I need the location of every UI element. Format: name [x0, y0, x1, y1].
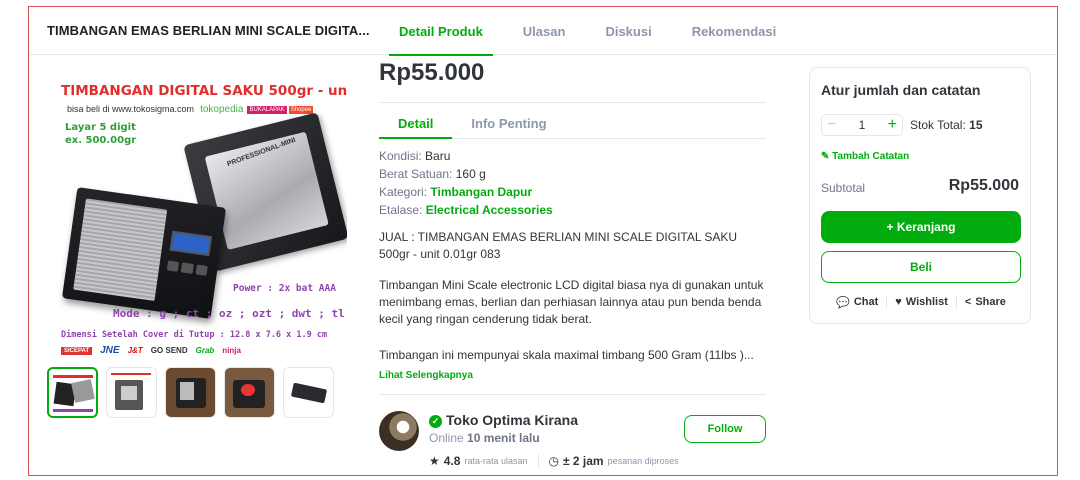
tab-rekomendasi[interactable]: Rekomendasi: [672, 7, 797, 55]
product-description-title: JUAL : TIMBANGAN EMAS BERLIAN MINI SCALE…: [379, 230, 738, 261]
stock-total: Stok Total: 15: [910, 118, 983, 132]
image-site-line: bisa beli di www.tokosigma.com tokopedia B…: [67, 104, 314, 115]
share-button[interactable]: < Share: [965, 296, 1006, 308]
subtotal-value: Rp55.000: [948, 177, 1019, 194]
image-modes-text: Mode : g ; ct ; oz ; ozt ; dwt ; tl ; gn: [113, 307, 347, 320]
image-marketplace-bukalapak: BUKALAPAK: [247, 105, 287, 114]
cart-panel: Atur jumlah dan catatan − 1 + Stok Total…: [809, 67, 1031, 324]
thumbnail-3[interactable]: [165, 367, 216, 418]
see-more-link[interactable]: Lihat Selengkapnya: [379, 370, 473, 381]
verified-badge-icon: ✓: [429, 415, 442, 428]
shop-avatar[interactable]: [379, 411, 419, 451]
spec-kondisi: Kondisi: Baru: [379, 149, 451, 163]
subtab-detail[interactable]: Detail: [379, 109, 453, 139]
add-note-link[interactable]: ✎ Tambah Catatan: [821, 151, 909, 162]
cart-actions: 💬 Chat ♥ Wishlist < Share: [821, 295, 1021, 309]
sticky-header: TIMBANGAN EMAS BERLIAN MINI SCALE DIGITA…: [29, 7, 1057, 56]
plus-icon[interactable]: +: [888, 116, 897, 134]
image-screen-text: Layar 5 digit: [65, 122, 136, 133]
wishlist-button[interactable]: ♥ Wishlist: [895, 296, 948, 308]
share-icon: <: [964, 296, 972, 308]
courier-jne-logo: JNE: [100, 345, 120, 356]
image-heading: TIMBANGAN DIGITAL SAKU 500gr - unit 0.01…: [61, 83, 347, 99]
thumbnail-2[interactable]: [106, 367, 157, 418]
product-price: Rp55.000: [379, 59, 485, 86]
scale-plate: [73, 198, 168, 301]
courier-ninja-logo: ninja: [222, 346, 241, 355]
image-marketplace-tokopedia: tokopedia: [200, 104, 244, 115]
spec-berat: Berat Satuan: 160 g: [379, 167, 486, 181]
shop-meta: ★ 4.8 rata-rata ulasan ◷ ± 2 jam pesanan…: [429, 454, 679, 468]
minus-icon[interactable]: −: [827, 116, 836, 134]
courier-sicepat-logo: SICEPAT: [61, 346, 93, 355]
process-time-label: pesanan diproses: [607, 456, 679, 466]
image-power-text: Power : 2x bat AAA: [233, 283, 336, 294]
spec-kategori: Kategori: Timbangan Dapur: [379, 185, 533, 199]
etalase-link[interactable]: Electrical Accessories: [426, 203, 553, 217]
product-tabs: Detail Produk Ulasan Diskusi Rekomendasi: [379, 7, 797, 56]
image-example-text: ex. 500.00gr: [65, 135, 137, 146]
clock-icon: ◷: [548, 454, 559, 468]
scale-lcd: [169, 230, 212, 257]
spec-etalase: Etalase: Electrical Accessories: [379, 203, 553, 217]
product-title: TIMBANGAN EMAS BERLIAN MINI SCALE DIGITA…: [47, 23, 370, 38]
shop-rating: 4.8: [443, 454, 461, 468]
category-link[interactable]: Timbangan Dapur: [430, 185, 532, 199]
chat-icon: 💬: [836, 296, 850, 309]
shop-online-status: Online 10 menit lalu: [429, 431, 540, 445]
product-description-more: Timbangan ini mempunyai skala maximal ti…: [379, 348, 754, 362]
shop-rating-label: rata-rata ulasan: [464, 456, 528, 466]
tab-diskusi[interactable]: Diskusi: [585, 7, 671, 55]
main-product-image[interactable]: TIMBANGAN DIGITAL SAKU 500gr - unit 0.01…: [47, 69, 347, 361]
scale-open-illustration: [61, 187, 227, 319]
tab-detail-produk[interactable]: Detail Produk: [379, 7, 503, 56]
divider: [379, 102, 766, 103]
subtotal-label: Subtotal: [821, 181, 866, 195]
process-time: ± 2 jam: [562, 454, 604, 468]
tab-ulasan[interactable]: Ulasan: [503, 7, 586, 55]
follow-button[interactable]: Follow: [684, 415, 766, 443]
image-site: bisa beli di www.tokosigma.com: [67, 104, 195, 114]
buy-button[interactable]: Beli: [821, 251, 1021, 283]
divider: [379, 394, 766, 395]
thumbnail-4[interactable]: [224, 367, 275, 418]
shop-name[interactable]: ✓ Toko Optima Kirana: [429, 412, 578, 428]
quantity-value[interactable]: 1: [859, 118, 866, 132]
quantity-stepper[interactable]: − 1 +: [821, 114, 903, 136]
courier-jnt-logo: J&T: [127, 346, 143, 355]
cart-title: Atur jumlah dan catatan: [821, 82, 981, 98]
scale-buttons: [166, 260, 208, 276]
thumbnail-list: [47, 367, 334, 418]
star-icon: ★: [429, 454, 440, 468]
product-description-body: Timbangan Mini Scale electronic LCD digi…: [379, 278, 764, 326]
image-dimensions-text: Dimensi Setelah Cover di Tutup : 12.8 x …: [61, 330, 328, 340]
subtab-info-penting[interactable]: Info Penting: [452, 109, 565, 138]
add-to-cart-button[interactable]: + Keranjang: [821, 211, 1021, 243]
courier-grab-logo: Grab: [195, 346, 215, 355]
courier-logos: SICEPAT JNE J&T GO SEND Grab ninja: [61, 345, 241, 356]
thumbnail-1[interactable]: [47, 367, 98, 418]
image-marketplace-shopee: Shopee: [288, 105, 314, 114]
thumbnail-5[interactable]: [283, 367, 334, 418]
detail-subtabs: Detail Info Penting: [379, 109, 766, 139]
courier-gosend-logo: GO SEND: [150, 346, 188, 355]
chat-button[interactable]: 💬 Chat: [836, 296, 878, 309]
product-page: TIMBANGAN EMAS BERLIAN MINI SCALE DIGITA…: [28, 6, 1058, 476]
heart-icon: ♥: [895, 296, 902, 308]
pencil-icon: ✎: [821, 151, 830, 162]
